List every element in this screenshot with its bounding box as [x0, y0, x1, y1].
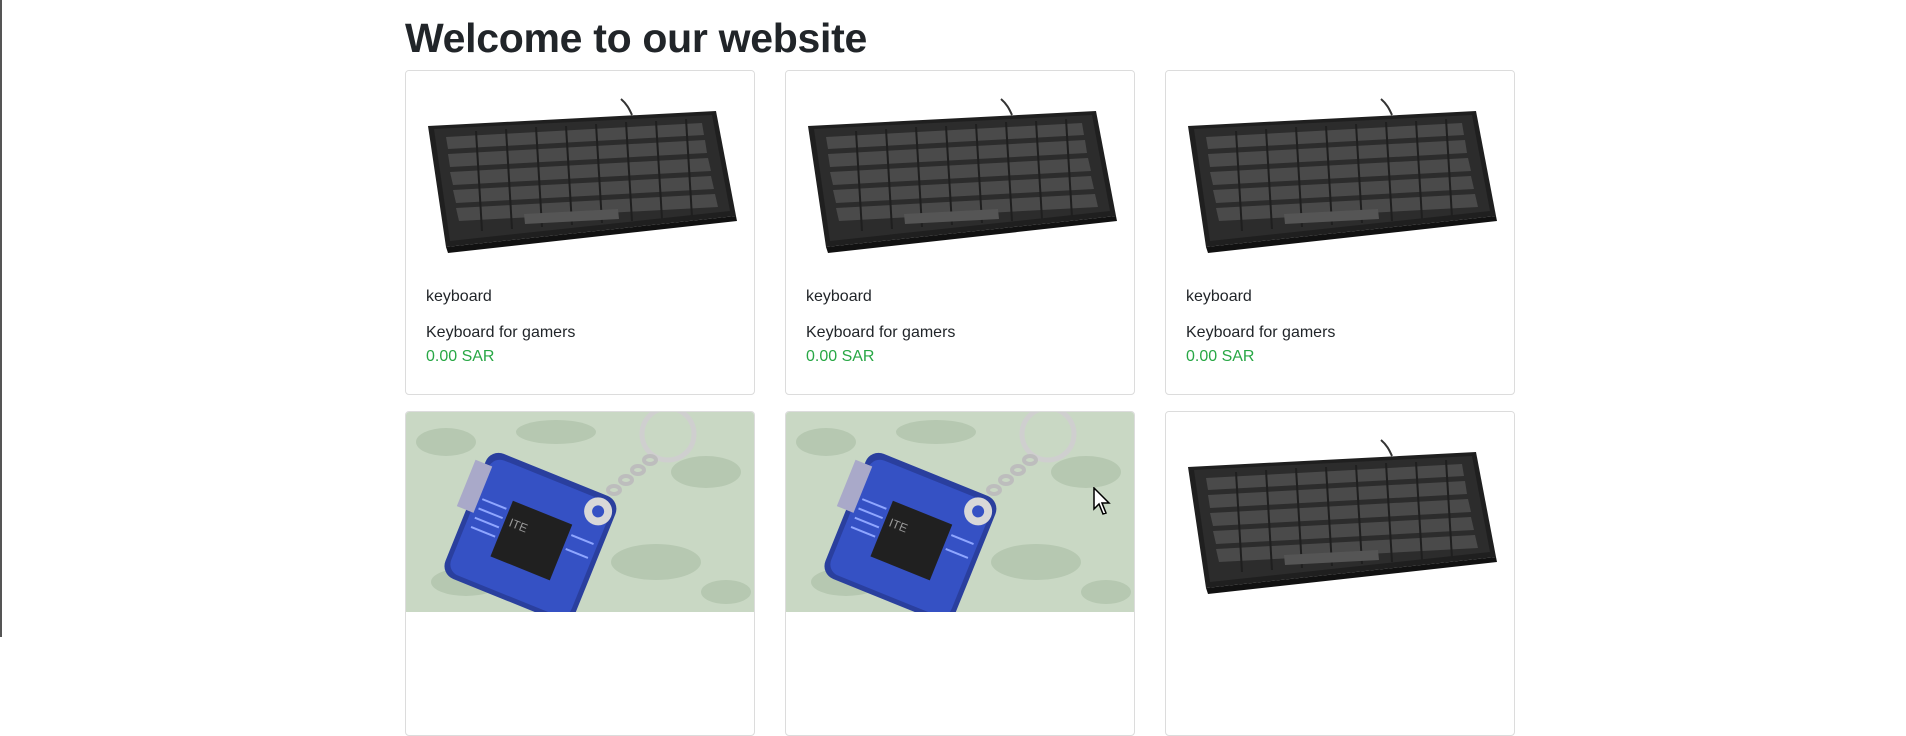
mouse-cursor-icon [1093, 487, 1111, 515]
keyboard-image [406, 71, 754, 271]
keyboard-image [1166, 412, 1514, 612]
product-description: Keyboard for gamers [1186, 324, 1336, 341]
usb-keychain-image: ITE [406, 412, 754, 612]
product-card[interactable]: ITE [785, 411, 1135, 736]
product-name: keyboard [1186, 288, 1252, 305]
product-price: 0.00 SAR [1186, 348, 1255, 365]
window-edge [0, 0, 2, 637]
product-name: keyboard [806, 288, 872, 305]
product-card[interactable]: keyboard Keyboard for gamers 0.00 SAR [785, 70, 1135, 395]
page-title: Welcome to our website [405, 15, 867, 61]
product-price: 0.00 SAR [806, 348, 875, 365]
product-name: keyboard [426, 288, 492, 305]
product-card[interactable]: keyboard Keyboard for gamers 0.00 SAR [1165, 70, 1515, 395]
main-container: Welcome to our website keyboard Keyboard… [405, 0, 1515, 736]
product-card[interactable]: keyboard Keyboard for gamers 0.00 SAR [405, 70, 755, 395]
product-price: 0.00 SAR [426, 348, 495, 365]
product-description: Keyboard for gamers [426, 324, 576, 341]
usb-keychain-image: ITE [786, 412, 1134, 612]
product-card[interactable]: ITE [405, 411, 755, 736]
product-card[interactable] [1165, 411, 1515, 736]
keyboard-image [1166, 71, 1514, 271]
product-grid: keyboard Keyboard for gamers 0.00 SAR ke… [405, 70, 1515, 736]
keyboard-image [786, 71, 1134, 271]
product-description: Keyboard for gamers [806, 324, 956, 341]
